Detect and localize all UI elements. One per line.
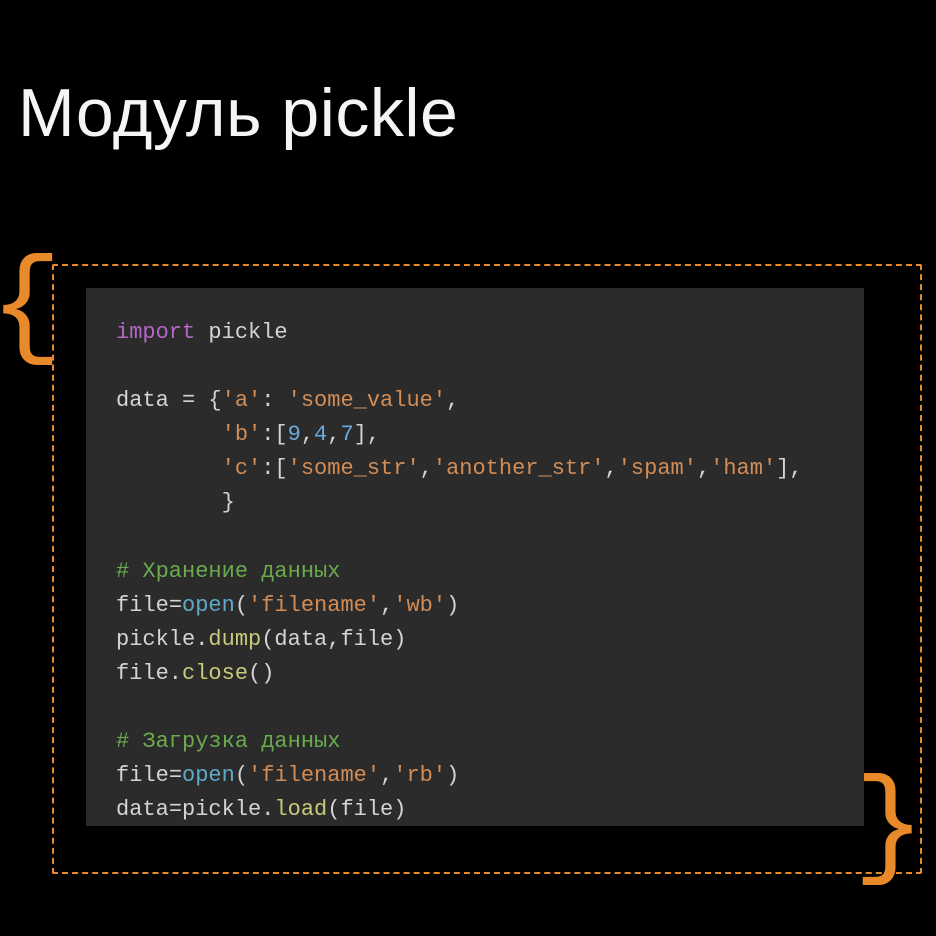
code-block: import pickle data = {'a': 'some_value',… [86,288,864,826]
slide-title: Модуль pickle [18,74,458,152]
code-stage: { } import pickle data = {'a': 'some_val… [52,264,922,874]
kw-import: import [116,320,195,345]
comment-load: # Загрузка данных [116,729,340,754]
comment-store: # Хранение данных [116,559,340,584]
brace-open-icon: { [0,249,62,369]
